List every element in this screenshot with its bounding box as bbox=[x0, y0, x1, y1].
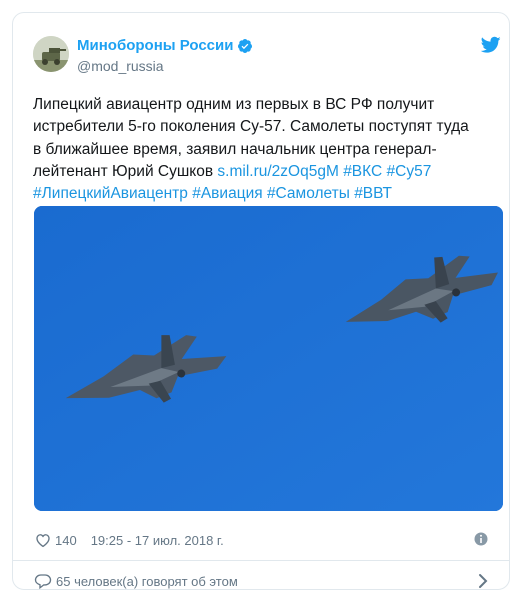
comment-icon bbox=[34, 574, 52, 590]
avatar-image bbox=[33, 36, 69, 72]
hashtag-link[interactable]: #ВКС bbox=[343, 163, 382, 180]
chevron-right-icon[interactable] bbox=[475, 572, 491, 590]
tweet-text: Липецкий авиацентр одним из первых в ВС … bbox=[33, 94, 509, 205]
tweet-timestamp[interactable]: 19:25 - 17 июл. 2018 г. bbox=[91, 533, 224, 548]
tweet-text-line: истребители 5-го поколения Су-57. Самоле… bbox=[33, 118, 469, 136]
tweet-text-line: в ближайшее время, заявил начальник цент… bbox=[33, 140, 437, 158]
tweet-link[interactable]: s.mil.ru/2zOq5gM bbox=[217, 163, 338, 180]
tweet-text-line: лейтенант Юрий Сушков bbox=[33, 162, 214, 180]
author-names: Минобороны России @mod_russia bbox=[77, 36, 253, 76]
hashtag-link[interactable]: #ЛипецкийАвиацентр bbox=[33, 185, 188, 202]
jets-photo bbox=[34, 206, 503, 511]
heart-icon[interactable] bbox=[34, 531, 52, 549]
tweet-card: Минобороны России @mod_russia Липецкий а… bbox=[12, 12, 510, 590]
author-display-name[interactable]: Минобороны России bbox=[77, 36, 233, 56]
twitter-bird-icon[interactable] bbox=[481, 36, 501, 54]
hashtag-link[interactable]: #Самолеты bbox=[267, 185, 350, 202]
author-handle[interactable]: @mod_russia bbox=[77, 56, 253, 76]
footer-divider bbox=[13, 560, 509, 561]
like-count[interactable]: 140 bbox=[55, 533, 77, 548]
hashtag-link[interactable]: #Авиация bbox=[192, 185, 262, 202]
avatar[interactable] bbox=[33, 36, 69, 72]
verified-icon bbox=[238, 39, 253, 53]
hashtag-link[interactable]: #ВВТ bbox=[354, 185, 392, 202]
info-icon[interactable] bbox=[473, 531, 489, 547]
tweet-text-line: Липецкий авиацентр одним из первых в ВС … bbox=[33, 96, 435, 113]
tweet-meta: 140 19:25 - 17 июл. 2018 г. bbox=[34, 529, 224, 551]
conversation-footer[interactable]: 65 человек(а) говорят об этом bbox=[34, 569, 238, 593]
tweet-header: Минобороны России @mod_russia bbox=[33, 36, 513, 84]
tweet-photo[interactable] bbox=[34, 206, 503, 511]
hashtag-link[interactable]: #Су57 bbox=[387, 163, 432, 180]
conversation-count[interactable]: 65 человек(а) говорят об этом bbox=[56, 574, 238, 589]
